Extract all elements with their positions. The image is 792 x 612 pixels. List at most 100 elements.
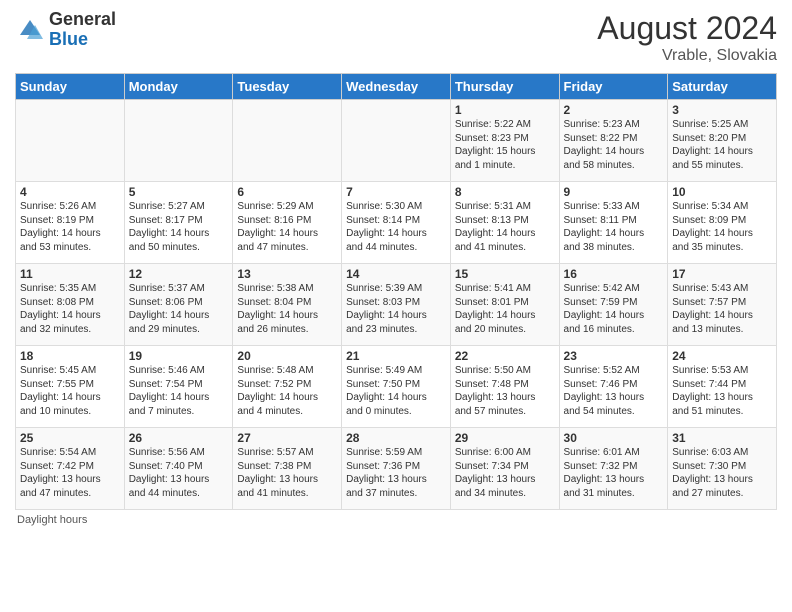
- day-info: Sunrise: 5:33 AM Sunset: 8:11 PM Dayligh…: [564, 200, 664, 254]
- day-info: Sunrise: 5:39 AM Sunset: 8:03 PM Dayligh…: [346, 282, 446, 336]
- logo-general-text: General: [49, 10, 116, 30]
- calendar-cell: 8Sunrise: 5:31 AM Sunset: 8:13 PM Daylig…: [450, 182, 559, 264]
- day-info: Sunrise: 6:01 AM Sunset: 7:32 PM Dayligh…: [564, 446, 664, 500]
- header-cell-friday: Friday: [559, 74, 668, 100]
- day-info: Sunrise: 5:46 AM Sunset: 7:54 PM Dayligh…: [129, 364, 229, 418]
- calendar-cell: 18Sunrise: 5:45 AM Sunset: 7:55 PM Dayli…: [16, 346, 125, 428]
- calendar-cell: 16Sunrise: 5:42 AM Sunset: 7:59 PM Dayli…: [559, 264, 668, 346]
- day-info: Sunrise: 5:25 AM Sunset: 8:20 PM Dayligh…: [672, 118, 772, 172]
- week-row-2: 4Sunrise: 5:26 AM Sunset: 8:19 PM Daylig…: [16, 182, 777, 264]
- header-cell-saturday: Saturday: [668, 74, 777, 100]
- day-info: Sunrise: 5:42 AM Sunset: 7:59 PM Dayligh…: [564, 282, 664, 336]
- day-info: Sunrise: 5:59 AM Sunset: 7:36 PM Dayligh…: [346, 446, 446, 500]
- calendar-table: SundayMondayTuesdayWednesdayThursdayFrid…: [15, 73, 777, 510]
- day-info: Sunrise: 5:49 AM Sunset: 7:50 PM Dayligh…: [346, 364, 446, 418]
- day-number: 15: [455, 267, 555, 281]
- header-cell-thursday: Thursday: [450, 74, 559, 100]
- day-number: 28: [346, 431, 446, 445]
- day-number: 12: [129, 267, 229, 281]
- day-number: 4: [20, 185, 120, 199]
- day-number: 29: [455, 431, 555, 445]
- day-info: Sunrise: 5:52 AM Sunset: 7:46 PM Dayligh…: [564, 364, 664, 418]
- logo-icon: [15, 15, 45, 45]
- calendar-cell: 30Sunrise: 6:01 AM Sunset: 7:32 PM Dayli…: [559, 428, 668, 510]
- calendar-cell: 5Sunrise: 5:27 AM Sunset: 8:17 PM Daylig…: [124, 182, 233, 264]
- calendar-cell: 23Sunrise: 5:52 AM Sunset: 7:46 PM Dayli…: [559, 346, 668, 428]
- day-number: 31: [672, 431, 772, 445]
- calendar-cell: 9Sunrise: 5:33 AM Sunset: 8:11 PM Daylig…: [559, 182, 668, 264]
- calendar-cell: 4Sunrise: 5:26 AM Sunset: 8:19 PM Daylig…: [16, 182, 125, 264]
- day-number: 6: [237, 185, 337, 199]
- logo-blue-text: Blue: [49, 30, 116, 50]
- location-title: Vrable, Slovakia: [597, 47, 777, 65]
- calendar-cell: 20Sunrise: 5:48 AM Sunset: 7:52 PM Dayli…: [233, 346, 342, 428]
- calendar-cell: 1Sunrise: 5:22 AM Sunset: 8:23 PM Daylig…: [450, 100, 559, 182]
- header-cell-tuesday: Tuesday: [233, 74, 342, 100]
- day-number: 9: [564, 185, 664, 199]
- day-number: 25: [20, 431, 120, 445]
- calendar-cell: 24Sunrise: 5:53 AM Sunset: 7:44 PM Dayli…: [668, 346, 777, 428]
- day-number: 20: [237, 349, 337, 363]
- day-info: Sunrise: 5:22 AM Sunset: 8:23 PM Dayligh…: [455, 118, 555, 172]
- header-cell-monday: Monday: [124, 74, 233, 100]
- calendar-cell: 12Sunrise: 5:37 AM Sunset: 8:06 PM Dayli…: [124, 264, 233, 346]
- day-number: 5: [129, 185, 229, 199]
- day-number: 8: [455, 185, 555, 199]
- header-row: SundayMondayTuesdayWednesdayThursdayFrid…: [16, 74, 777, 100]
- day-info: Sunrise: 5:30 AM Sunset: 8:14 PM Dayligh…: [346, 200, 446, 254]
- day-number: 21: [346, 349, 446, 363]
- day-info: Sunrise: 5:41 AM Sunset: 8:01 PM Dayligh…: [455, 282, 555, 336]
- day-number: 1: [455, 103, 555, 117]
- calendar-cell: 17Sunrise: 5:43 AM Sunset: 7:57 PM Dayli…: [668, 264, 777, 346]
- day-info: Sunrise: 5:37 AM Sunset: 8:06 PM Dayligh…: [129, 282, 229, 336]
- day-info: Sunrise: 5:26 AM Sunset: 8:19 PM Dayligh…: [20, 200, 120, 254]
- page-container: General Blue August 2024 Vrable, Slovaki…: [0, 0, 792, 536]
- calendar-cell: 6Sunrise: 5:29 AM Sunset: 8:16 PM Daylig…: [233, 182, 342, 264]
- calendar-cell: [124, 100, 233, 182]
- day-number: 10: [672, 185, 772, 199]
- day-number: 30: [564, 431, 664, 445]
- title-block: August 2024 Vrable, Slovakia: [597, 10, 777, 65]
- calendar-cell: [233, 100, 342, 182]
- day-number: 16: [564, 267, 664, 281]
- calendar-cell: 26Sunrise: 5:56 AM Sunset: 7:40 PM Dayli…: [124, 428, 233, 510]
- day-number: 27: [237, 431, 337, 445]
- calendar-cell: 2Sunrise: 5:23 AM Sunset: 8:22 PM Daylig…: [559, 100, 668, 182]
- calendar-cell: 27Sunrise: 5:57 AM Sunset: 7:38 PM Dayli…: [233, 428, 342, 510]
- calendar-cell: [16, 100, 125, 182]
- day-info: Sunrise: 5:45 AM Sunset: 7:55 PM Dayligh…: [20, 364, 120, 418]
- calendar-cell: 28Sunrise: 5:59 AM Sunset: 7:36 PM Dayli…: [342, 428, 451, 510]
- header-cell-wednesday: Wednesday: [342, 74, 451, 100]
- header-cell-sunday: Sunday: [16, 74, 125, 100]
- calendar-cell: 15Sunrise: 5:41 AM Sunset: 8:01 PM Dayli…: [450, 264, 559, 346]
- calendar-cell: 25Sunrise: 5:54 AM Sunset: 7:42 PM Dayli…: [16, 428, 125, 510]
- week-row-3: 11Sunrise: 5:35 AM Sunset: 8:08 PM Dayli…: [16, 264, 777, 346]
- day-info: Sunrise: 5:56 AM Sunset: 7:40 PM Dayligh…: [129, 446, 229, 500]
- day-info: Sunrise: 5:48 AM Sunset: 7:52 PM Dayligh…: [237, 364, 337, 418]
- day-info: Sunrise: 5:35 AM Sunset: 8:08 PM Dayligh…: [20, 282, 120, 336]
- week-row-4: 18Sunrise: 5:45 AM Sunset: 7:55 PM Dayli…: [16, 346, 777, 428]
- day-number: 19: [129, 349, 229, 363]
- day-info: Sunrise: 5:29 AM Sunset: 8:16 PM Dayligh…: [237, 200, 337, 254]
- day-number: 7: [346, 185, 446, 199]
- calendar-cell: 29Sunrise: 6:00 AM Sunset: 7:34 PM Dayli…: [450, 428, 559, 510]
- calendar-cell: 3Sunrise: 5:25 AM Sunset: 8:20 PM Daylig…: [668, 100, 777, 182]
- day-number: 23: [564, 349, 664, 363]
- day-info: Sunrise: 5:27 AM Sunset: 8:17 PM Dayligh…: [129, 200, 229, 254]
- calendar-cell: 10Sunrise: 5:34 AM Sunset: 8:09 PM Dayli…: [668, 182, 777, 264]
- calendar-cell: 13Sunrise: 5:38 AM Sunset: 8:04 PM Dayli…: [233, 264, 342, 346]
- calendar-cell: 19Sunrise: 5:46 AM Sunset: 7:54 PM Dayli…: [124, 346, 233, 428]
- day-number: 14: [346, 267, 446, 281]
- day-info: Sunrise: 5:38 AM Sunset: 8:04 PM Dayligh…: [237, 282, 337, 336]
- calendar-cell: 21Sunrise: 5:49 AM Sunset: 7:50 PM Dayli…: [342, 346, 451, 428]
- day-info: Sunrise: 5:23 AM Sunset: 8:22 PM Dayligh…: [564, 118, 664, 172]
- day-number: 26: [129, 431, 229, 445]
- day-number: 13: [237, 267, 337, 281]
- calendar-cell: 31Sunrise: 6:03 AM Sunset: 7:30 PM Dayli…: [668, 428, 777, 510]
- day-info: Sunrise: 5:53 AM Sunset: 7:44 PM Dayligh…: [672, 364, 772, 418]
- day-info: Sunrise: 5:43 AM Sunset: 7:57 PM Dayligh…: [672, 282, 772, 336]
- day-number: 2: [564, 103, 664, 117]
- day-info: Sunrise: 5:31 AM Sunset: 8:13 PM Dayligh…: [455, 200, 555, 254]
- calendar-cell: 14Sunrise: 5:39 AM Sunset: 8:03 PM Dayli…: [342, 264, 451, 346]
- day-number: 22: [455, 349, 555, 363]
